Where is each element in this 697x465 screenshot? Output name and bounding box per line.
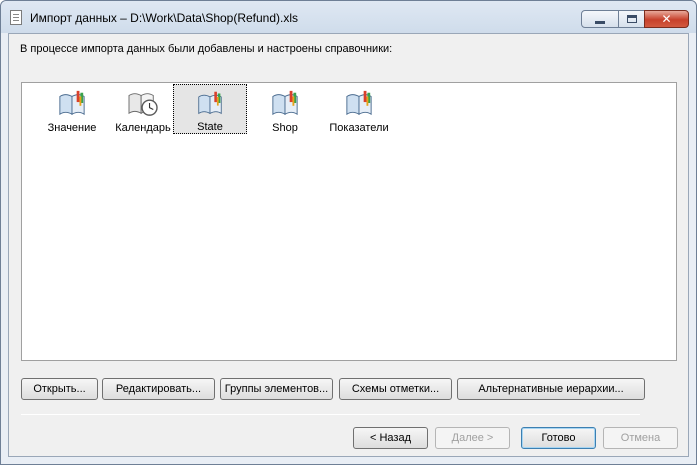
list-item-state[interactable]: State xyxy=(173,84,247,134)
finish-button[interactable]: Готово xyxy=(521,427,596,449)
list-item-label: Shop xyxy=(272,122,298,134)
list-item-label: Календарь xyxy=(115,122,171,134)
intro-text: В процессе импорта данных были добавлены… xyxy=(20,43,393,55)
close-icon: ✕ xyxy=(661,12,672,26)
list-item-value[interactable]: Значение xyxy=(35,84,109,134)
book-icon xyxy=(59,90,85,116)
book-icon xyxy=(272,90,298,116)
edit-button[interactable]: Редактировать... xyxy=(102,378,215,400)
open-button[interactable]: Открыть... xyxy=(21,378,98,400)
book-icon xyxy=(198,91,222,115)
window-controls: ✕ xyxy=(581,10,689,28)
book-icon xyxy=(346,90,372,116)
dictionaries-list[interactable]: Значение Календарь State Shop Показатели xyxy=(21,82,677,361)
back-button[interactable]: < Назад xyxy=(353,427,428,449)
close-button[interactable]: ✕ xyxy=(644,10,689,28)
maximize-icon xyxy=(626,15,637,23)
list-item-shop[interactable]: Shop xyxy=(248,84,322,134)
cancel-button[interactable]: Отмена xyxy=(603,427,678,449)
title-bar[interactable]: Импорт данных – D:\Work\Data\Shop(Refund… xyxy=(1,1,696,33)
maximize-button[interactable] xyxy=(618,10,645,28)
list-item-indicators[interactable]: Показатели xyxy=(322,84,396,134)
marking-schemes-button[interactable]: Схемы отметки... xyxy=(339,378,452,400)
list-item-label: State xyxy=(197,121,223,133)
document-icon xyxy=(10,10,22,25)
next-button[interactable]: Далее > xyxy=(435,427,510,449)
list-item-label: Значение xyxy=(47,122,97,134)
list-item-label: Показатели xyxy=(329,122,389,134)
book-clock-icon xyxy=(128,93,158,116)
window-title: Импорт данных – D:\Work\Data\Shop(Refund… xyxy=(30,11,299,25)
dialog-body: В процессе импорта данных были добавлены… xyxy=(8,33,689,457)
list-item-calendar[interactable]: Календарь xyxy=(106,84,180,134)
divider xyxy=(21,414,640,415)
element-groups-button[interactable]: Группы элементов... xyxy=(220,378,333,400)
import-dialog: Импорт данных – D:\Work\Data\Shop(Refund… xyxy=(0,0,697,465)
minimize-icon xyxy=(595,20,605,24)
minimize-button[interactable] xyxy=(581,10,619,28)
alternative-hierarchies-button[interactable]: Альтернативные иерархии... xyxy=(457,378,645,400)
